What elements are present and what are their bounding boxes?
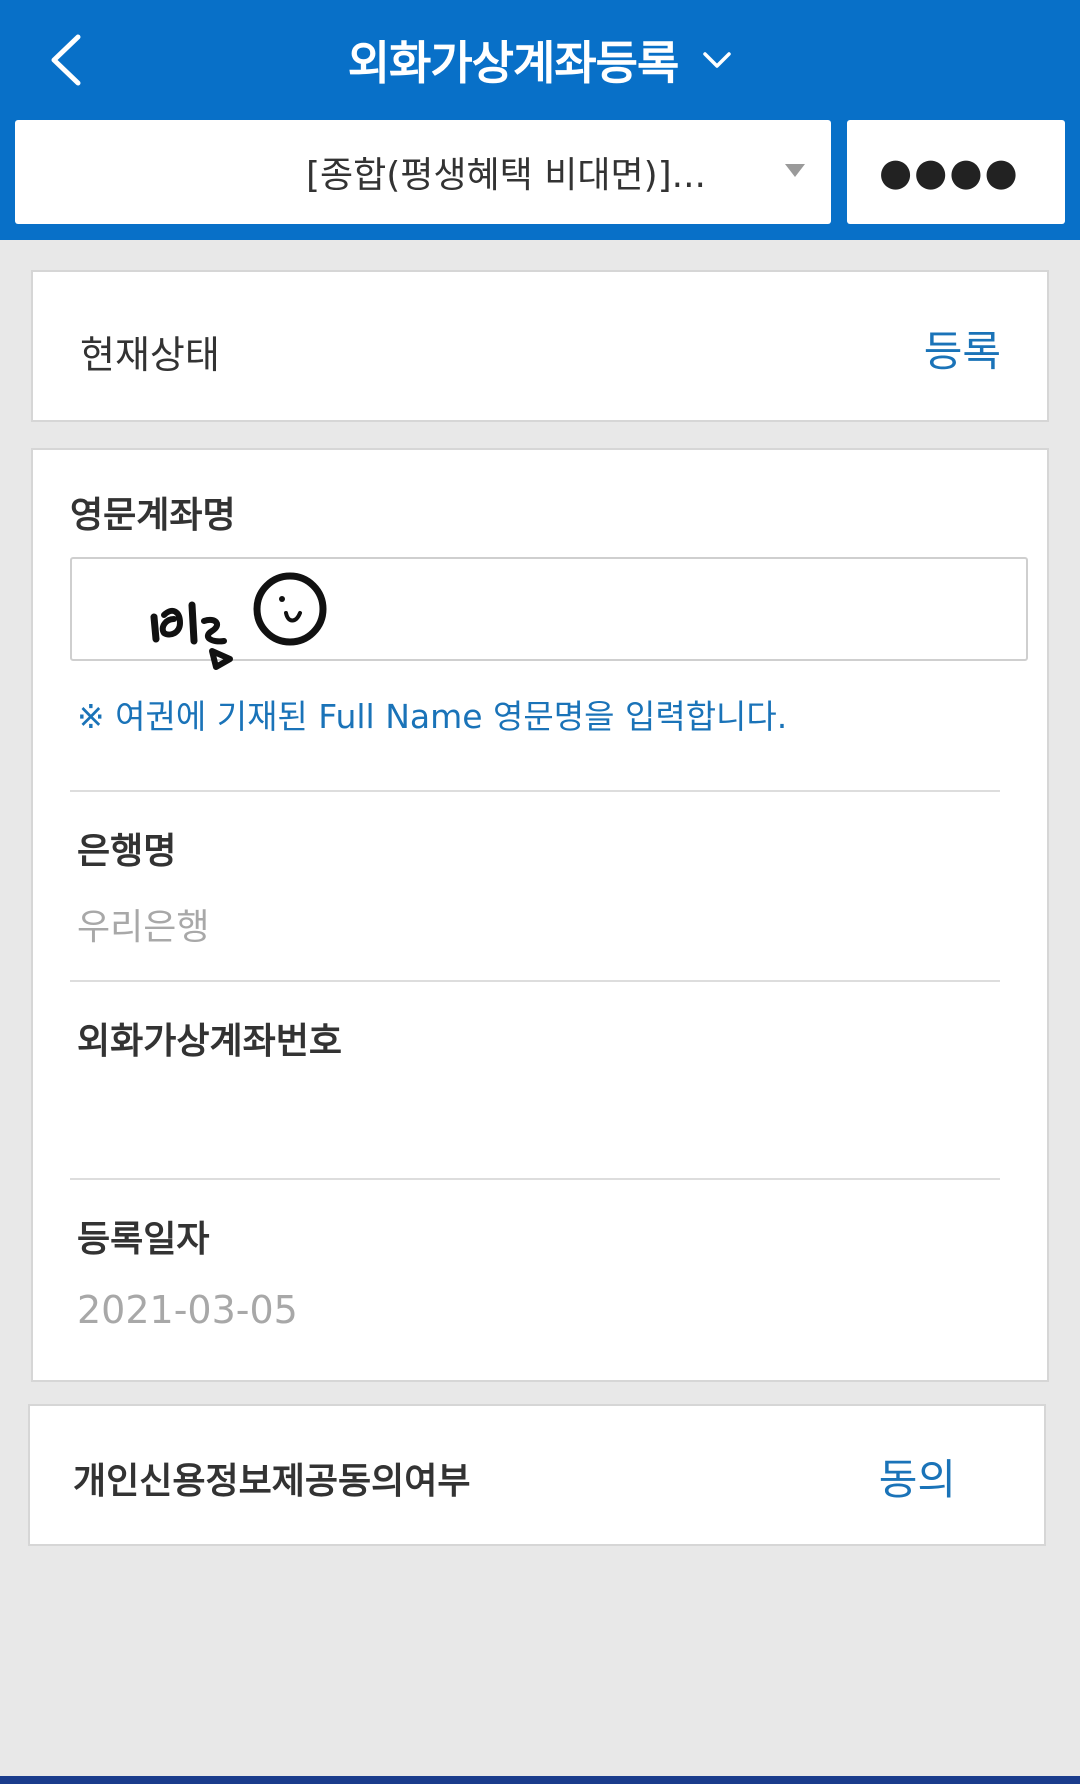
consent-label: 개인신용정보제공동의여부 [73,1461,471,1502]
back-button[interactable] [30,22,100,98]
detail-card: 영문계좌명 ※ 여권에 기재된 Full Name 영문명을 입력합니다. 은행… [31,448,1049,1382]
english-account-name-input[interactable] [70,557,1028,670]
title-menu-button[interactable] [702,50,732,70]
divider [70,1178,1000,1180]
caret-down-icon [785,164,805,177]
consent-value-link[interactable]: 동의 [879,1446,956,1507]
virtual-account-registration-screen: 외화가상계좌등록 [종합(평생혜택 비대면)]... ●●●● 현재상태 등록 … [0,0,1080,1784]
pin-mask: ●●●● [879,150,1020,194]
english-account-name-label: 영문계좌명 [70,495,236,536]
page-title[interactable]: 외화가상계좌등록 [348,27,680,93]
divider [70,980,1000,982]
divider [70,790,1000,792]
handwritten-scribble-icon [150,572,327,670]
pin-field[interactable]: ●●●● [847,120,1065,224]
status-label: 현재상태 [80,333,220,377]
consent-card: 개인신용정보제공동의여부 동의 [28,1404,1046,1546]
status-card: 현재상태 등록 [31,270,1049,422]
account-selector-value: [종합(평생혜택 비대면)]... [305,155,706,196]
bottom-bar [0,1776,1080,1784]
english-name-notice: ※ 여권에 기재된 Full Name 영문명을 입력합니다. [77,697,788,736]
title-wrap: 외화가상계좌등록 [0,22,1080,98]
registration-date-value: 2021-03-05 [77,1288,298,1332]
bank-name-label: 은행명 [77,831,177,872]
chevron-left-icon [51,34,81,86]
account-selector[interactable]: [종합(평생혜택 비대면)]... [15,120,831,224]
app-header: 외화가상계좌등록 [종합(평생혜택 비대면)]... ●●●● [0,0,1080,240]
chevron-down-icon [703,52,732,68]
virtual-account-number-label: 외화가상계좌번호 [77,1021,342,1062]
status-register-link[interactable]: 등록 [924,318,1001,379]
bank-name-value: 우리은행 [77,907,210,948]
registration-date-label: 등록일자 [77,1219,210,1260]
